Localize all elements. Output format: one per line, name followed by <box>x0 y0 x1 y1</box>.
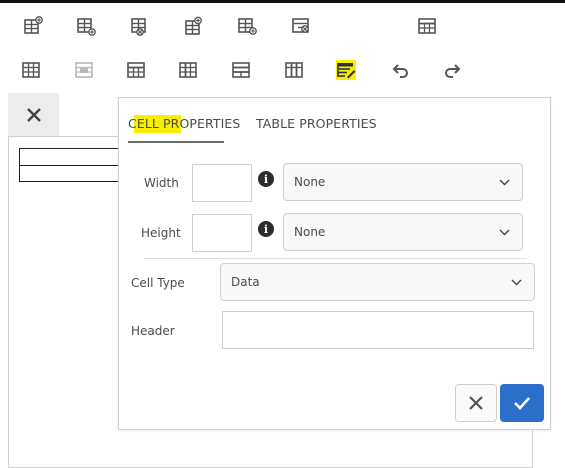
active-tab-indicator <box>128 141 224 143</box>
cancel-button[interactable] <box>455 384 497 422</box>
insert-row-above-icon[interactable] <box>23 16 43 36</box>
confirm-button[interactable] <box>500 384 544 422</box>
insert-column-after-icon[interactable] <box>237 16 257 36</box>
height-info-icon[interactable]: i <box>258 221 274 237</box>
cell-properties-dialog: CELL PROPERTIES TABLE PROPERTIES Width i… <box>118 97 551 430</box>
table-icon[interactable] <box>417 16 437 36</box>
top-border <box>0 0 565 3</box>
delete-column-icon[interactable] <box>291 16 311 36</box>
table-preview-row <box>20 149 118 166</box>
table-columns-icon[interactable] <box>284 60 304 80</box>
table-header-row-icon[interactable] <box>126 60 146 80</box>
close-editor-button[interactable] <box>8 93 59 137</box>
table-preview[interactable] <box>19 148 119 182</box>
height-unit-select[interactable]: None <box>283 213 523 251</box>
redo-icon[interactable] <box>443 60 463 80</box>
height-label: Height <box>141 226 181 240</box>
chevron-down-icon <box>499 179 510 186</box>
width-field[interactable] <box>192 164 252 202</box>
split-cell-icon <box>74 60 94 80</box>
height-unit-value: None <box>294 225 326 239</box>
cell-type-select[interactable]: Data <box>220 263 535 301</box>
cell-type-label: Cell Type <box>131 276 185 290</box>
cell-type-value: Data <box>231 275 260 289</box>
tab-cell-properties[interactable]: CELL PROPERTIES <box>128 115 241 133</box>
check-icon <box>514 397 530 410</box>
insert-column-before-icon[interactable] <box>183 16 203 36</box>
close-icon <box>26 108 41 122</box>
undo-icon[interactable] <box>390 60 410 80</box>
insert-row-below-icon[interactable] <box>76 16 96 36</box>
header-label: Header <box>131 324 175 338</box>
header-field[interactable] <box>222 311 534 349</box>
width-info-icon[interactable]: i <box>258 171 274 187</box>
width-unit-select[interactable]: None <box>283 163 523 201</box>
table-header-column-icon[interactable] <box>178 60 198 80</box>
width-unit-value: None <box>294 175 326 189</box>
table-properties-icon[interactable] <box>336 60 356 80</box>
chevron-down-icon <box>499 229 510 236</box>
chevron-down-icon <box>511 279 522 286</box>
width-label: Width <box>144 176 179 190</box>
close-icon <box>469 396 483 410</box>
section-divider <box>144 258 527 259</box>
table-rows-icon[interactable] <box>231 60 251 80</box>
delete-row-icon[interactable] <box>130 16 150 36</box>
tab-table-properties-label: TABLE PROPERTIES <box>256 116 377 131</box>
height-field[interactable] <box>192 214 252 252</box>
tab-table-properties[interactable]: TABLE PROPERTIES <box>256 116 377 131</box>
merge-cells-icon[interactable] <box>21 60 41 80</box>
tab-cell-properties-label: CELL PROPERTIES <box>128 116 241 131</box>
